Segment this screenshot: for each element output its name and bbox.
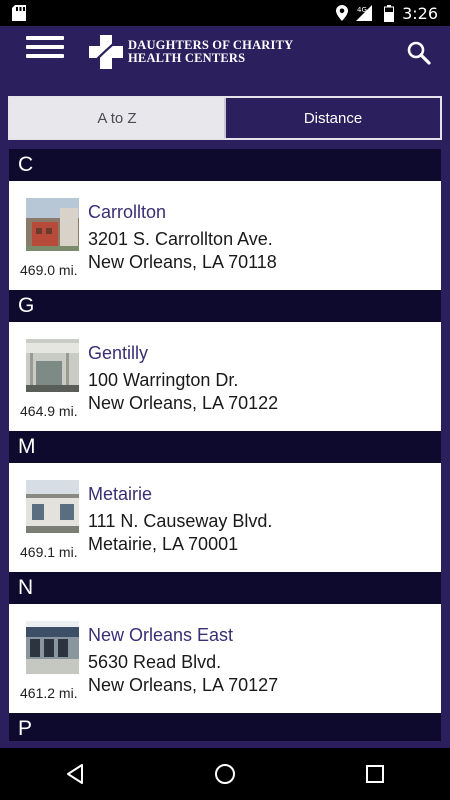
city-state-zip: New Orleans, LA 70127 (88, 675, 279, 695)
location-icon (336, 5, 349, 21)
distance-label: 461.2 mi. (20, 685, 78, 701)
city-state-zip: New Orleans, LA 70122 (88, 393, 279, 413)
location-name[interactable]: Gentilly (88, 343, 148, 364)
locations-list[interactable]: C 469.0 mi. Carrollton 3201 S. Carrollto… (9, 149, 441, 741)
location-item-carrollton[interactable]: 469.0 mi. Carrollton 3201 S. Carrollton … (9, 181, 441, 290)
section-header-p: P (9, 713, 441, 741)
tab-distance[interactable]: Distance (226, 98, 440, 138)
street-address: 111 N. Causeway Blvd. (88, 511, 273, 531)
tab-a-to-z[interactable]: A to Z (10, 98, 226, 138)
location-photo (26, 198, 79, 251)
section-header-m: M (9, 431, 441, 463)
location-name[interactable]: Metairie (88, 484, 152, 505)
back-button[interactable] (55, 754, 95, 794)
battery-icon (384, 4, 395, 22)
distance-label: 469.0 mi. (20, 262, 78, 278)
location-item-gentilly[interactable]: 464.9 mi. Gentilly 100 Warrington Dr. Ne… (9, 322, 441, 431)
recents-button[interactable] (355, 754, 395, 794)
sort-segmented-control: A to Z Distance (8, 96, 442, 140)
city-state-zip: Metairie, LA 70001 (88, 534, 239, 554)
location-photo (26, 339, 79, 392)
street-address: 3201 S. Carrollton Ave. (88, 229, 273, 249)
system-nav-bar (0, 748, 450, 800)
distance-label: 464.9 mi. (20, 403, 78, 419)
sd-card-icon (12, 5, 26, 21)
network-type: 4G (357, 6, 367, 14)
home-circle-icon (215, 764, 235, 784)
status-bar: 4G 3:26 (0, 0, 450, 26)
home-button[interactable] (205, 754, 245, 794)
logo-line2: HEALTH CENTERS (128, 51, 246, 65)
hamburger-menu-icon[interactable] (26, 36, 64, 62)
location-address: 3201 S. Carrollton Ave. New Orleans, LA … (88, 228, 277, 274)
location-name[interactable]: New Orleans East (88, 625, 233, 646)
app-header: DAUGHTERS OF CHARITY HEALTH CENTERS (0, 26, 450, 84)
logo: DAUGHTERS OF CHARITY HEALTH CENTERS (88, 34, 293, 70)
location-address: 5630 Read Blvd. New Orleans, LA 70127 (88, 651, 278, 697)
location-name[interactable]: Carrollton (88, 202, 166, 223)
section-header-n: N (9, 572, 441, 604)
cross-logo-icon (89, 35, 123, 69)
street-address: 5630 Read Blvd. (88, 652, 222, 672)
signal-icon: 4G (356, 5, 373, 21)
location-address: 111 N. Causeway Blvd. Metairie, LA 70001 (88, 510, 272, 556)
city-state-zip: New Orleans, LA 70118 (88, 252, 277, 272)
street-address: 100 Warrington Dr. (88, 370, 239, 390)
location-address: 100 Warrington Dr. New Orleans, LA 70122 (88, 369, 278, 415)
search-icon[interactable] (406, 40, 432, 66)
clock: 3:26 (402, 3, 438, 23)
section-header-c: C (9, 149, 441, 181)
location-item-new-orleans-east[interactable]: 461.2 mi. New Orleans East 5630 Read Blv… (9, 604, 441, 713)
recents-square-icon (366, 765, 384, 783)
distance-label: 469.1 mi. (20, 544, 78, 560)
location-item-metairie[interactable]: 469.1 mi. Metairie 111 N. Causeway Blvd.… (9, 463, 441, 572)
section-header-g: G (9, 290, 441, 322)
location-photo (26, 621, 79, 674)
back-triangle-icon (67, 764, 83, 784)
location-photo (26, 480, 79, 533)
